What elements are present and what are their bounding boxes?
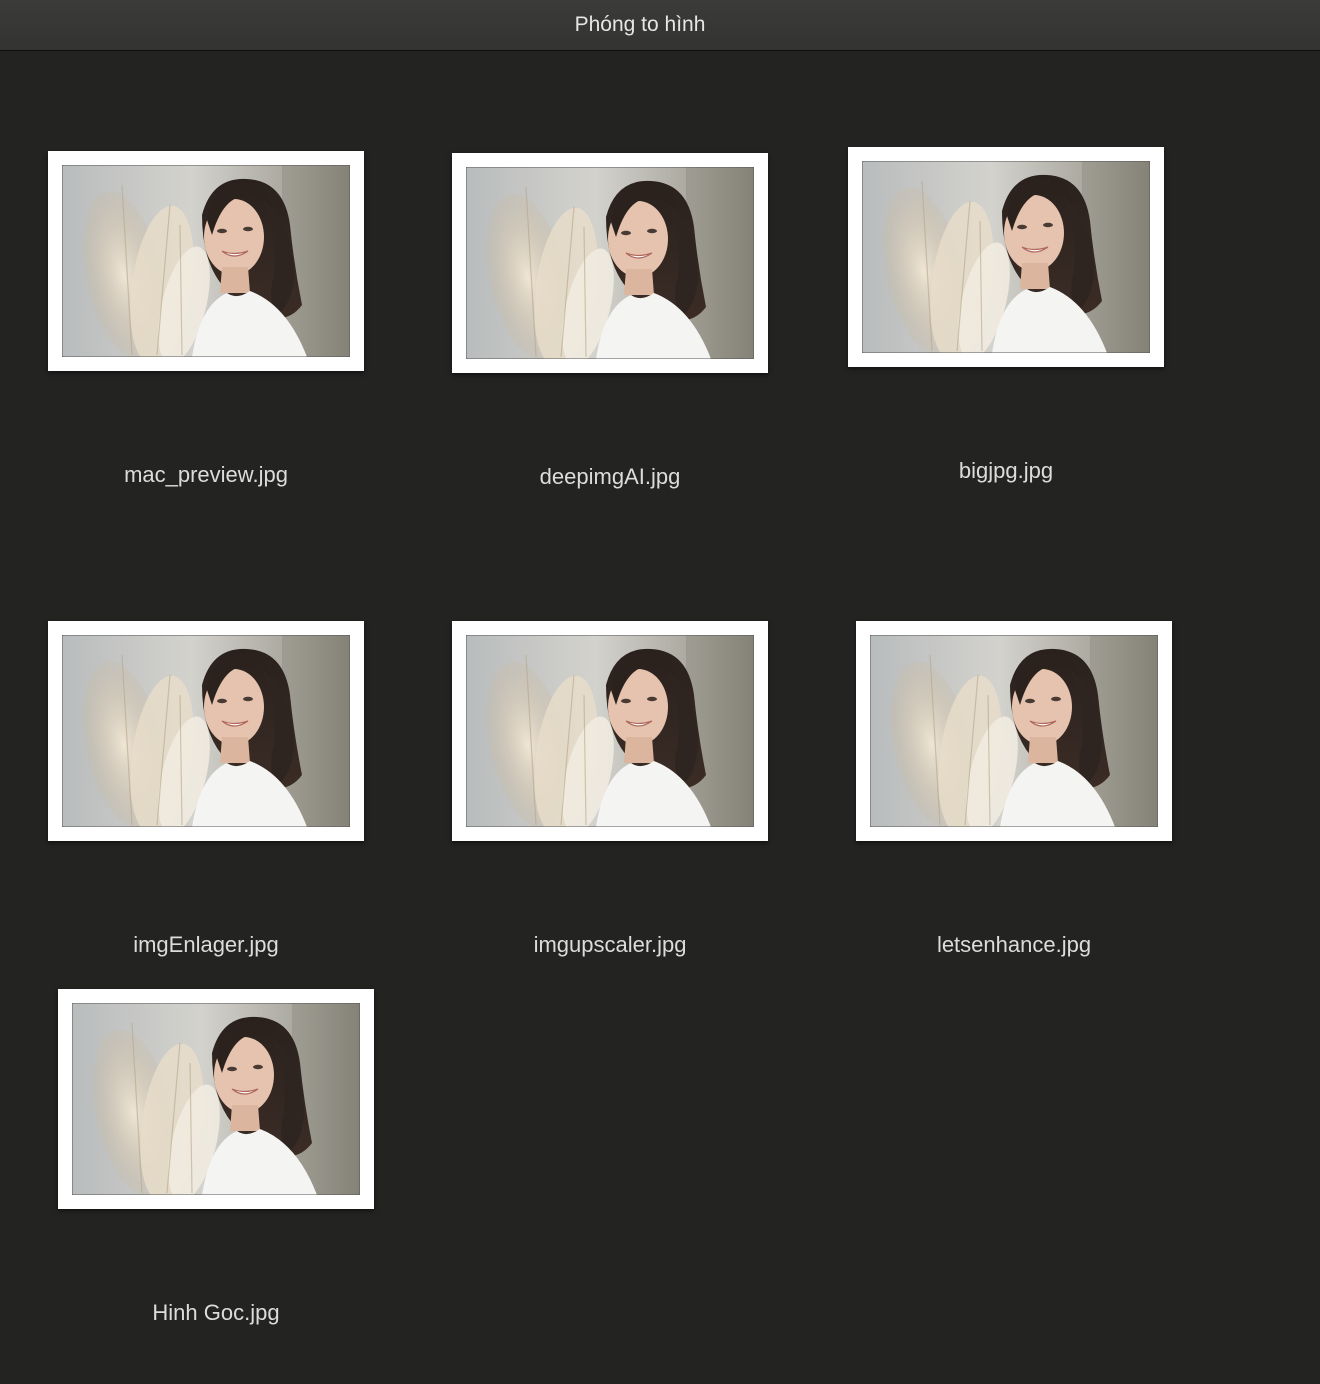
file-name-label[interactable]: Hinh Goc.jpg <box>18 1300 414 1326</box>
finder-window: Phóng to hình mac_preview.jpg deepimgAI.… <box>0 0 1320 1384</box>
image-thumbnail[interactable] <box>58 989 374 1209</box>
file-name-label[interactable]: mac_preview.jpg <box>8 462 404 488</box>
file-name-label[interactable]: bigjpg.jpg <box>808 458 1204 484</box>
image-thumbnail[interactable] <box>452 153 768 373</box>
photo-icon <box>870 635 1158 827</box>
window-title: Phóng to hình <box>574 13 706 36</box>
photo-icon <box>466 167 754 359</box>
image-thumbnail[interactable] <box>48 151 364 371</box>
photo-icon <box>62 165 350 357</box>
photo-icon <box>72 1003 360 1195</box>
file-name-label[interactable]: imgupscaler.jpg <box>412 932 808 958</box>
image-thumbnail[interactable] <box>856 621 1172 841</box>
file-name-label[interactable]: imgEnlager.jpg <box>8 932 404 958</box>
title-bar[interactable]: Phóng to hình <box>0 0 1320 51</box>
image-thumbnail[interactable] <box>48 621 364 841</box>
photo-icon <box>466 635 754 827</box>
photo-icon <box>862 161 1150 353</box>
photo-icon <box>62 635 350 827</box>
image-thumbnail[interactable] <box>848 147 1164 367</box>
image-thumbnail[interactable] <box>452 621 768 841</box>
file-name-label[interactable]: deepimgAI.jpg <box>412 464 808 490</box>
file-name-label[interactable]: letsenhance.jpg <box>816 932 1212 958</box>
